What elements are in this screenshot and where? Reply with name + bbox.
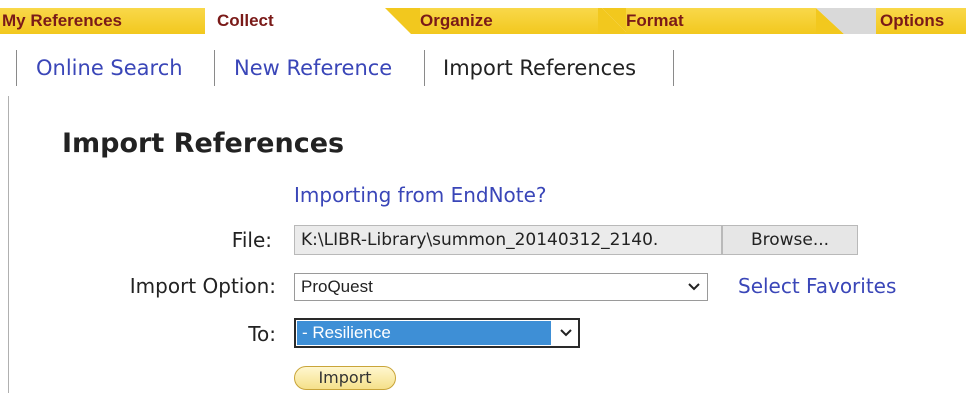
to-group-value: - Resilience (302, 323, 391, 342)
chevron-down-icon (560, 329, 572, 337)
subnav-import-references: Import References (443, 56, 637, 80)
tab-my-references[interactable]: My References (0, 8, 205, 34)
tab-format-label: Format (626, 11, 684, 30)
tab-options-label: Options (880, 11, 945, 30)
select-favorites-link[interactable]: Select Favorites (738, 272, 896, 300)
chevron-down-icon (688, 283, 700, 291)
import-option-select[interactable]: ProQuest (294, 273, 708, 301)
tab-organize[interactable]: Organize (420, 8, 600, 34)
tab-my-references-label: My References (2, 11, 123, 30)
import-button[interactable]: Import (294, 366, 396, 390)
subnav-separator (214, 50, 215, 86)
to-group-select[interactable]: - Resilience (294, 318, 580, 348)
tab-collect[interactable]: Collect (205, 8, 385, 34)
subnav-separator (673, 50, 674, 86)
tab-format[interactable]: Format (626, 8, 816, 34)
tab-divider-shape (385, 8, 421, 34)
tab-collect-label: Collect (217, 11, 274, 30)
tab-options[interactable]: Options (876, 8, 966, 34)
tab-divider-shape (816, 8, 876, 34)
main-tab-bar: My References Collect Organize Format Op… (0, 0, 966, 34)
subnav-separator (16, 50, 17, 86)
file-label: File: (231, 228, 272, 252)
tab-organize-label: Organize (420, 11, 493, 30)
content-left-border (8, 96, 9, 393)
import-option-label: Import Option: (129, 274, 276, 298)
browse-button[interactable]: Browse... (722, 225, 858, 255)
importing-from-endnote-link[interactable]: Importing from EndNote? (294, 181, 547, 209)
page-title: Import References (62, 128, 345, 159)
to-label: To: (248, 322, 276, 346)
import-option-value: ProQuest (301, 277, 373, 296)
collect-subnav: Online Search New Reference Import Refer… (0, 48, 700, 88)
tab-divider-shape (598, 8, 628, 34)
subnav-online-search[interactable]: Online Search (36, 53, 183, 83)
subnav-separator (424, 50, 425, 86)
subnav-new-reference[interactable]: New Reference (234, 53, 392, 83)
file-path-field[interactable]: K:\LIBR-Library\summon_20140312_2140. (294, 225, 722, 255)
